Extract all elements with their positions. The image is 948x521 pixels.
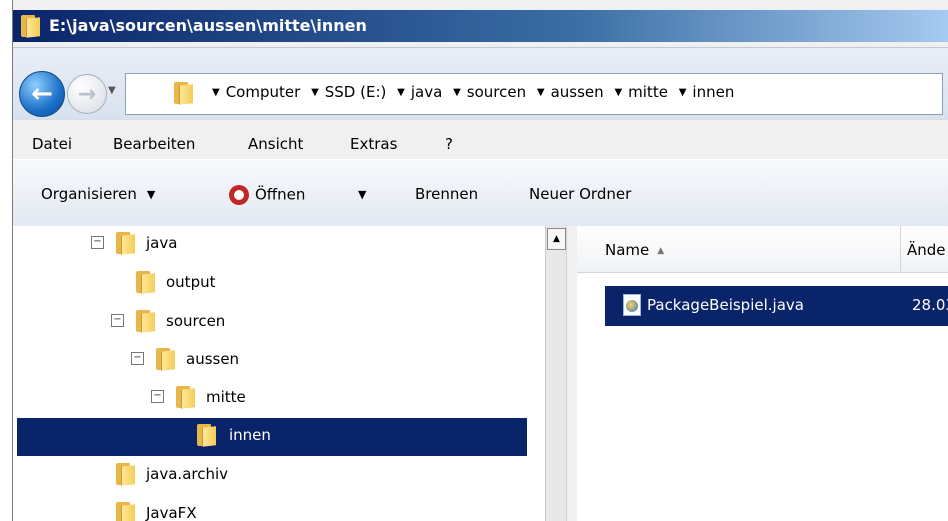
breadcrumb-item-innen[interactable]: ▼ innen — [679, 83, 735, 101]
explorer-window: E:\java\sourcen\aussen\mitte\innen ← → ▼… — [12, 0, 948, 521]
column-header-date[interactable]: Ände — [907, 241, 946, 259]
tree-item-output[interactable]: output — [13, 265, 545, 303]
address-bar[interactable]: ▼ Computer ▼ SSD (E:) ▼ java ▼ sourcen ▼ auss… — [125, 73, 943, 115]
column-header-name[interactable]: Name ▲ — [605, 241, 664, 259]
file-date: 28.03 — [912, 296, 948, 314]
breadcrumb: ▼ Computer ▼ SSD (E:) ▼ java ▼ sourcen ▼ auss… — [212, 83, 740, 101]
chevron-down-icon: ▼ — [358, 188, 367, 201]
breadcrumb-item-ssd[interactable]: ▼ SSD (E:) — [311, 83, 386, 101]
file-row[interactable]: PackageBeispiel.java 28.03 — [605, 286, 948, 326]
collapse-icon[interactable]: − — [91, 236, 104, 249]
window-title: E:\java\sourcen\aussen\mitte\innen — [49, 16, 367, 35]
pane-splitter[interactable] — [566, 226, 577, 521]
title-bar[interactable]: E:\java\sourcen\aussen\mitte\innen — [13, 10, 948, 42]
collapse-icon[interactable]: − — [151, 390, 164, 403]
menu-extras[interactable]: Extras — [350, 135, 397, 153]
column-header-row: Name ▲ Ände — [577, 226, 948, 273]
tree-scrollbar[interactable]: ▲ — [545, 226, 566, 521]
tree-item-label: java.archiv — [146, 465, 229, 483]
collapse-icon[interactable]: − — [131, 352, 144, 365]
menu-help[interactable]: ? — [445, 135, 453, 153]
open-icon — [229, 185, 249, 205]
folder-icon — [176, 386, 195, 409]
tree-item-sourcen[interactable]: − sourcen — [13, 304, 545, 342]
folder-icon — [136, 271, 155, 294]
burn-button[interactable]: Brennen — [415, 185, 478, 203]
folder-icon — [156, 348, 175, 371]
tree-item-label: output — [166, 273, 216, 291]
new-folder-button[interactable]: Neuer Ordner — [529, 185, 631, 203]
menu-datei[interactable]: Datei — [32, 135, 72, 153]
organize-button[interactable]: Organisieren ▼ — [41, 185, 155, 203]
tree-item-aussen[interactable]: − aussen — [13, 342, 545, 380]
navigation-bar: ← → ▼ ▼ Computer ▼ SSD (E:) ▼ java ▼ sourcen… — [13, 47, 948, 120]
tree-item-label: sourcen — [166, 312, 226, 330]
tree-item-java[interactable]: − java — [13, 226, 545, 264]
java-file-icon — [623, 294, 641, 316]
breadcrumb-item-mitte[interactable]: ▼ mitte — [614, 83, 667, 101]
folder-icon — [116, 502, 135, 521]
tree-item-java-archiv[interactable]: java.archiv — [13, 457, 545, 495]
menu-bar: Datei Bearbeiten Ansicht Extras ? — [13, 119, 948, 160]
menu-ansicht[interactable]: Ansicht — [248, 135, 303, 153]
tree-item-label: mitte — [206, 388, 246, 406]
folder-icon — [21, 15, 40, 38]
breadcrumb-item-computer[interactable]: ▼ Computer — [212, 83, 300, 101]
tree-item-javafx[interactable]: JavaFX — [13, 496, 545, 521]
file-name: PackageBeispiel.java — [647, 296, 804, 314]
back-arrow-icon[interactable]: ← — [19, 71, 65, 117]
tree-item-mitte[interactable]: − mitte — [13, 380, 545, 418]
file-list: Name▲ Ände PackageBeispiel.java 28.03 — [577, 226, 948, 521]
tree-item-label: aussen — [186, 350, 240, 368]
tree-item-label: java — [146, 234, 178, 252]
breadcrumb-item-aussen[interactable]: ▼ aussen — [537, 83, 604, 101]
folder-icon — [116, 463, 135, 486]
chevron-down-icon: ▼ — [146, 188, 156, 201]
command-toolbar: Organisieren ▼ Öffnen ▼ Brennen Neuer Ord… — [13, 159, 948, 227]
folder-icon — [136, 310, 155, 333]
folder-icon — [116, 232, 135, 255]
open-button[interactable]: Öffnen — [229, 185, 305, 205]
menu-bearbeiten[interactable]: Bearbeiten — [113, 135, 195, 153]
breadcrumb-item-java[interactable]: ▼ java — [397, 83, 442, 101]
scroll-up-arrow-icon[interactable]: ▲ — [547, 228, 566, 250]
tree-item-innen[interactable]: innen — [17, 418, 527, 456]
column-divider[interactable] — [900, 226, 901, 272]
sort-ascending-icon: ▲ — [657, 246, 665, 256]
folder-icon — [174, 82, 193, 105]
breadcrumb-item-sourcen[interactable]: ▼ sourcen — [453, 83, 526, 101]
collapse-icon[interactable]: − — [111, 314, 124, 327]
folder-icon — [197, 424, 216, 447]
tree-item-label: JavaFX — [146, 504, 197, 521]
forward-arrow-icon[interactable]: → — [67, 74, 107, 114]
tree-item-label: innen — [229, 426, 271, 444]
history-dropdown-icon[interactable]: ▼ — [108, 85, 122, 99]
folder-tree: − java output − sourcen − aussen − mitte… — [13, 226, 545, 521]
open-dropdown-button[interactable]: ▼ — [358, 185, 366, 203]
